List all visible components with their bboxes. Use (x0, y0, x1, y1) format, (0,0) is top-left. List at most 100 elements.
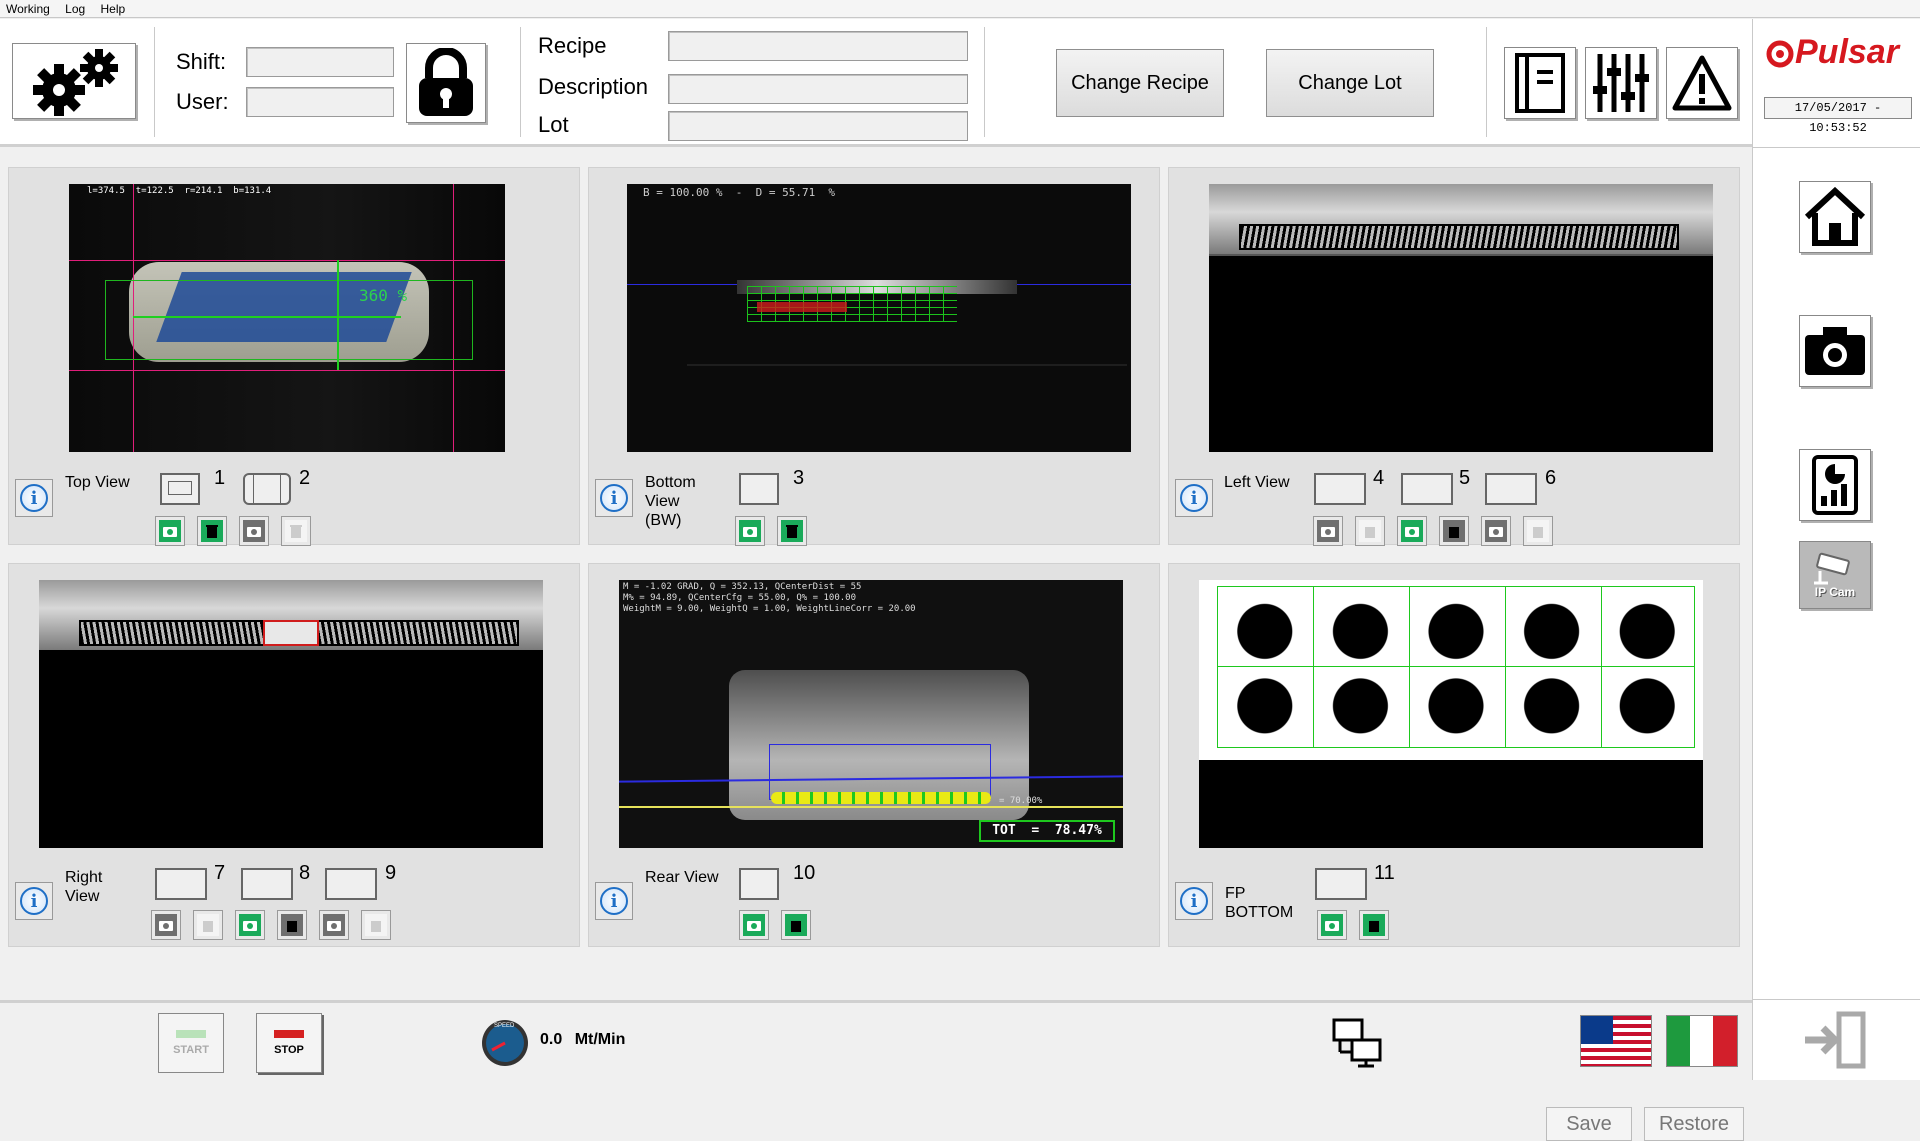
camera-icon (1805, 327, 1865, 375)
bottom-view-delete-button[interactable] (777, 516, 807, 546)
top-view-capture-button-2[interactable] (239, 516, 269, 546)
adjustments-button[interactable] (1585, 47, 1657, 119)
right-view-capture-button-2[interactable] (235, 910, 265, 940)
stop-button[interactable]: STOP (256, 1013, 322, 1073)
top-view-delete-button-2[interactable] (281, 516, 311, 546)
top-view-image[interactable]: l=374.5 t=122.5 r=214.1 b=131.4 360 % (69, 184, 505, 452)
menu-log[interactable]: Log (59, 0, 91, 18)
logbook-button[interactable] (1504, 47, 1576, 119)
save-button[interactable]: Save (1546, 1107, 1632, 1141)
right-view-delete-button[interactable] (193, 910, 223, 940)
tool-blob-icon[interactable] (241, 868, 293, 900)
top-view-measurements: l=374.5 t=122.5 r=214.1 b=131.4 (87, 186, 272, 196)
bottom-view-measurements: B = 100.00 % - D = 55.71 % (643, 186, 836, 199)
tool-grid-icon[interactable] (1314, 473, 1366, 505)
left-view-delete-button-3[interactable] (1523, 516, 1553, 546)
left-view-capture-button[interactable] (1313, 516, 1343, 546)
reference-line (619, 806, 1123, 808)
start-button[interactable]: START (158, 1013, 224, 1073)
language-it-button[interactable] (1666, 1015, 1738, 1067)
top-view-capture-button[interactable] (155, 516, 185, 546)
rear-total-readout: TOT = 78.47% (979, 820, 1115, 842)
security-camera-icon (1814, 552, 1850, 585)
left-view-image[interactable] (1209, 184, 1713, 452)
settings-button[interactable] (12, 43, 136, 119)
left-view-capture-button-3[interactable] (1481, 516, 1511, 546)
alarms-button[interactable] (1666, 47, 1738, 119)
header-divider (520, 27, 521, 137)
ip-cam-button[interactable]: IP Cam (1799, 541, 1871, 609)
fp-bottom-info-button[interactable]: i (1175, 882, 1213, 920)
lock-icon (419, 48, 473, 116)
measure-box (105, 280, 473, 360)
info-icon: i (1180, 484, 1208, 512)
fp-bottom-delete-button[interactable] (1359, 910, 1389, 940)
tool-blob-icon[interactable] (1401, 473, 1453, 505)
bottom-view-info-button[interactable]: i (595, 479, 633, 517)
shift-field[interactable] (246, 47, 394, 77)
bottom-view-capture-button[interactable] (735, 516, 765, 546)
datetime-display: 17/05/2017 - 10:53:52 (1764, 97, 1912, 135)
tool-rect-icon[interactable] (160, 473, 200, 505)
lock-button[interactable] (406, 43, 486, 123)
reports-button[interactable] (1799, 449, 1871, 521)
home-button[interactable] (1799, 181, 1871, 253)
bottom-view-image[interactable]: B = 100.00 % - D = 55.71 % (627, 184, 1131, 452)
menu-working[interactable]: Working (0, 0, 56, 18)
rear-view-delete-button[interactable] (781, 910, 811, 940)
description-field[interactable] (668, 74, 968, 104)
start-label: START (173, 1044, 209, 1056)
left-view-delete-button-2[interactable] (1439, 516, 1469, 546)
change-recipe-button[interactable]: Change Recipe (1056, 49, 1224, 117)
right-view-delete-button-3[interactable] (361, 910, 391, 940)
fp-bottom-image[interactable] (1199, 580, 1703, 848)
user-field[interactable] (246, 87, 394, 117)
right-view-delete-button-2[interactable] (277, 910, 307, 940)
right-view-image[interactable] (39, 580, 543, 848)
top-view-delete-button[interactable] (197, 516, 227, 546)
tool-shape-icon[interactable] (243, 473, 291, 505)
change-lot-button[interactable]: Change Lot (1266, 49, 1434, 117)
ip-cam-label: IP Cam (1814, 585, 1856, 599)
rear-view-info-button[interactable]: i (595, 882, 633, 920)
tool-rect-icon[interactable] (739, 473, 779, 505)
tool-number: 9 (385, 862, 397, 884)
recipe-field[interactable] (668, 31, 968, 61)
tool-grid-icon[interactable] (1315, 868, 1367, 900)
report-icon (1812, 455, 1858, 515)
tool-bar-icon[interactable] (1485, 473, 1537, 505)
label-line: View (65, 888, 100, 905)
remote-desktop-button[interactable] (1332, 1017, 1384, 1069)
tool-grid-icon[interactable] (155, 868, 207, 900)
header-divider (1486, 27, 1487, 137)
tool-rect-icon[interactable] (739, 868, 779, 900)
shift-label: Shift: (176, 49, 227, 74)
trash-icon (791, 921, 801, 932)
exit-icon (1805, 1011, 1866, 1069)
menu-help[interactable]: Help (95, 0, 132, 18)
left-view-capture-button-2[interactable] (1397, 516, 1427, 546)
language-en-button[interactable] (1580, 1015, 1652, 1067)
camera-button[interactable] (1799, 315, 1871, 387)
top-view-info-button[interactable]: i (15, 479, 53, 517)
tool-number: 5 (1459, 467, 1471, 489)
right-view-capture-button[interactable] (151, 910, 181, 940)
lot-field[interactable] (668, 111, 968, 141)
rear-view-capture-button[interactable] (739, 910, 769, 940)
fp-bottom-panel: i FP BOTTOM 11 (1168, 563, 1740, 947)
tool-bar-icon[interactable] (325, 868, 377, 900)
side-divider (1753, 147, 1920, 148)
rear-view-image[interactable]: M = -1.02 GRAD, Q = 352.13, QCenterDist … (619, 580, 1123, 848)
restore-button[interactable]: Restore (1644, 1107, 1744, 1141)
left-view-delete-button[interactable] (1355, 516, 1385, 546)
right-view-info-button[interactable]: i (15, 882, 53, 920)
bottom-view-label: Bottom View (BW) (645, 473, 696, 530)
left-view-info-button[interactable]: i (1175, 479, 1213, 517)
header-divider (984, 27, 985, 137)
fp-bottom-capture-button[interactable] (1317, 910, 1347, 940)
right-view-capture-button-3[interactable] (319, 910, 349, 940)
top-view-label: Top View (65, 474, 130, 491)
label-line: FP (1225, 885, 1246, 902)
info-icon: i (600, 887, 628, 915)
exit-button[interactable] (1803, 1009, 1869, 1071)
